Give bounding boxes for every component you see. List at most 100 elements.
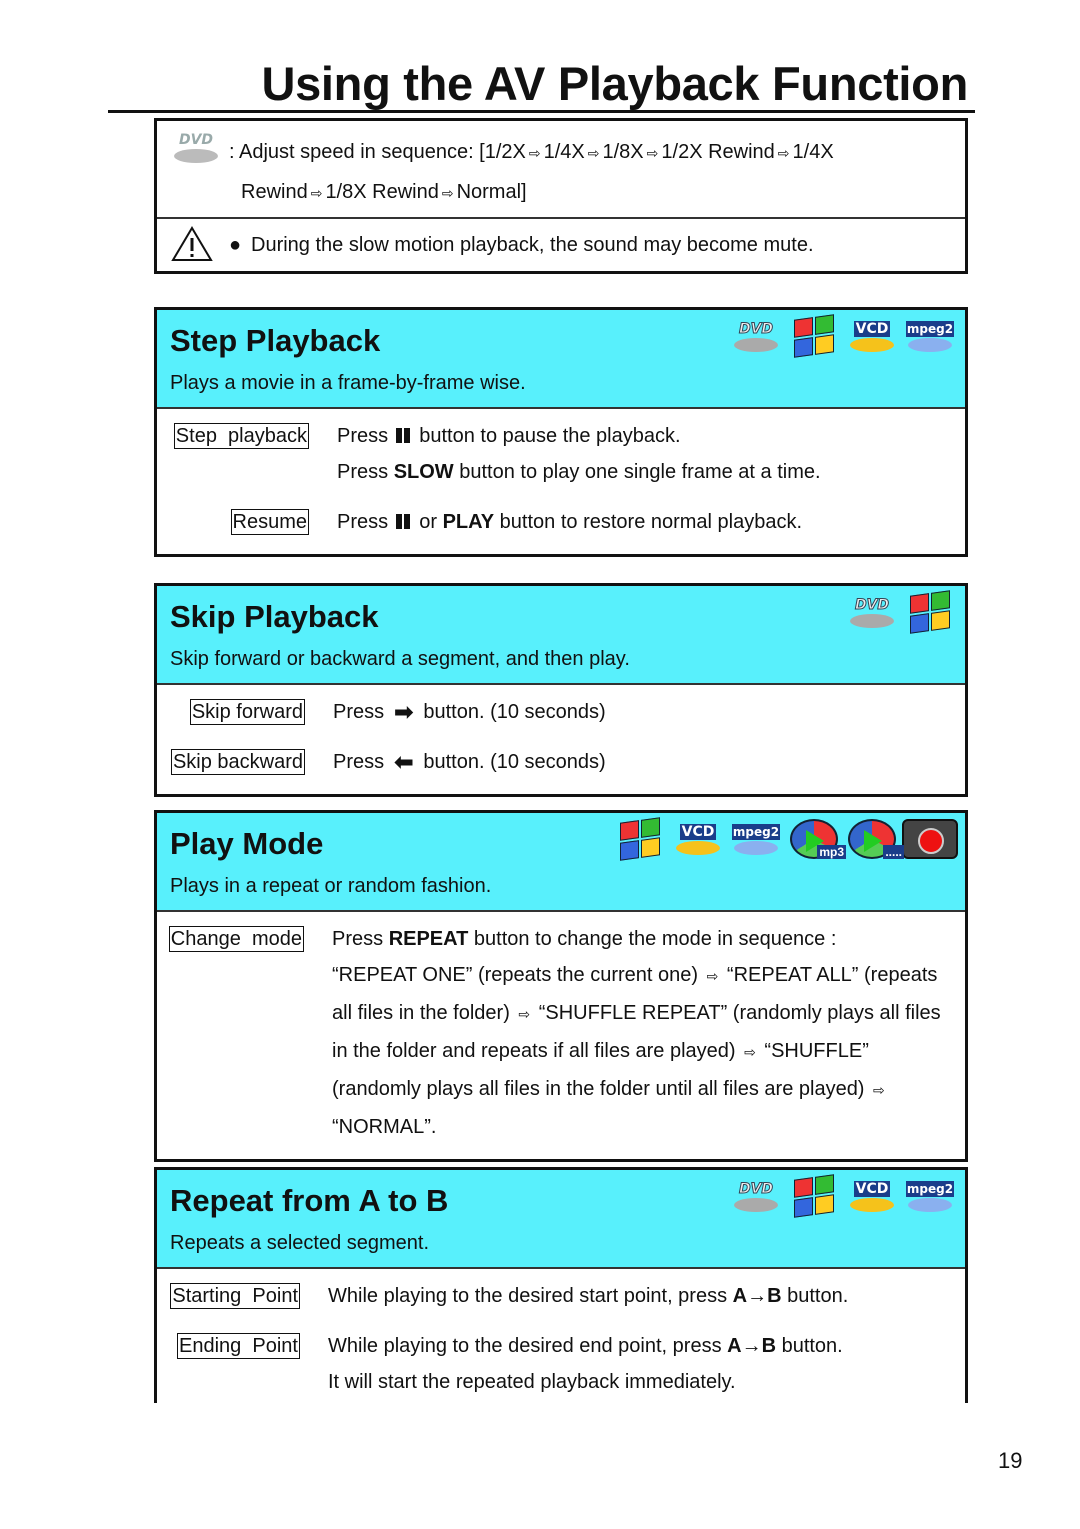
arrow-right-outline-icon: ⇨ <box>744 1045 756 1061</box>
text-segment: While playing to the desired start point… <box>328 1285 733 1307</box>
play-mode-section: Play Mode Plays in a repeat or random fas… <box>154 810 968 1162</box>
page-title: Using the AV Playback Function <box>261 57 968 110</box>
windows-flag <box>910 590 950 634</box>
instruction-row: Skip backward Press ⬅ button. (10 seconds… <box>157 744 965 780</box>
text-segment: It will start the repeated playback imme… <box>328 1371 736 1393</box>
row-text: While playing to the desired start point… <box>328 1278 848 1314</box>
section-description: Repeats a selected segment. <box>170 1232 430 1254</box>
arrow-right-outline-icon: ⇨ <box>528 146 541 162</box>
repeat-a-to-b-section: Repeat from A to B Repeats a selected seg… <box>154 1167 968 1403</box>
arrow-right-icon: ➡ <box>393 698 414 726</box>
text-segment: button. <box>776 1335 843 1357</box>
section-title: Play Mode <box>170 826 324 861</box>
windows-icon <box>615 817 665 861</box>
text-segment: in the folder and repeats if all files a… <box>332 1040 742 1062</box>
windows-flag <box>794 314 834 358</box>
text-line: While playing to the desired start point… <box>328 1278 848 1314</box>
supported-formats: DVD <box>847 590 955 634</box>
text-line: “REPEAT ONE” (repeats the current one) ⇨… <box>332 957 941 995</box>
row-text: Press or PLAY button to restore normal p… <box>337 504 802 540</box>
speed-step: 1/2X Rewind <box>661 141 775 163</box>
instruction-row: Starting Point While playing to the desir… <box>157 1278 965 1314</box>
skip-playback-body: Skip forward Press ➡ button. (10 seconds)… <box>157 685 965 780</box>
dvd-icon: DVD <box>731 316 781 356</box>
supported-formats: DVD VCD mpeg2 <box>731 314 955 358</box>
disc <box>908 1197 952 1212</box>
windows-icon <box>789 314 839 358</box>
bullet: ● <box>229 234 242 256</box>
text-line: Press button to pause the playback. <box>337 418 821 454</box>
text-segment: “REPEAT ALL” (repeats <box>721 964 938 986</box>
page-number: 19 <box>998 1448 1023 1473</box>
disc <box>734 337 778 352</box>
arrow-right-outline-icon: ⇨ <box>310 186 323 202</box>
text-line: Press ⬅ button. (10 seconds) <box>333 744 606 780</box>
dvd-label: DVD <box>854 596 890 613</box>
step-playback-body: Step playback Press button to pause the p… <box>157 409 965 540</box>
section-description: Skip forward or backward a segment, and … <box>170 648 630 670</box>
text-line: Press SLOW button to play one single fra… <box>337 454 821 490</box>
arrow-left-icon: ⬅ <box>393 748 414 776</box>
row-text: Press button to pause the playback. Press… <box>337 418 821 490</box>
row-label: Resume <box>157 504 309 540</box>
mp3-icon: mp3 <box>789 819 846 859</box>
row-text: Press REPEAT button to change the mode i… <box>332 921 941 1145</box>
windows-flag <box>794 1174 834 1218</box>
text-line: all files in the folder) ⇨ “SHUFFLE REPE… <box>332 995 941 1033</box>
dvd-icon: DVD <box>171 127 221 167</box>
mpeg2-label: mpeg2 <box>905 1180 955 1197</box>
disc <box>734 840 778 855</box>
text-segment: Press <box>337 461 394 483</box>
speed-sequence-line-1: : Adjust speed in sequence: [1/2X ⇨ 1/4X ⇨ 1… <box>229 132 834 174</box>
row-label-text: Starting Point <box>170 1283 300 1309</box>
disc <box>908 337 952 352</box>
intro-box: DVD : Adjust speed in sequence: [1/2X ⇨ 1/… <box>154 118 968 274</box>
warning-text: During the slow motion playback, the sou… <box>251 234 814 256</box>
speed-step: 1/8X <box>602 141 644 163</box>
badge: ..... <box>883 845 904 859</box>
play-circle: mp3 <box>790 819 846 859</box>
text-line: (randomly plays all files in the folder … <box>332 1071 941 1109</box>
text-line: Press REPEAT button to change the mode i… <box>332 921 941 957</box>
row-text: Press ⬅ button. (10 seconds) <box>333 744 606 780</box>
text-segment: all files in the folder) <box>332 1002 516 1024</box>
row-label: Step playback <box>157 418 309 490</box>
play-mode-header: Play Mode Plays in a repeat or random fas… <box>157 813 965 912</box>
text-segment: button. <box>781 1285 849 1307</box>
warning-triangle-icon <box>171 226 213 261</box>
bold-term: SLOW <box>393 461 454 483</box>
disc <box>734 1197 778 1212</box>
row-label-text: Ending Point <box>177 1333 300 1359</box>
section-title: Step Playback <box>170 323 381 358</box>
text-segment: “SHUFFLE” <box>758 1040 869 1062</box>
text-segment: (randomly plays all files in the folder … <box>332 1078 871 1100</box>
text-segment: button to pause the playback. <box>413 425 681 447</box>
speed-step: : Adjust speed in sequence: [1/2X <box>229 141 526 163</box>
arrow-right-outline-icon: ⇨ <box>706 969 719 985</box>
audio-icon: ..... <box>847 819 904 859</box>
speed-step: 1/4X <box>792 141 834 163</box>
text-segment: “SHUFFLE REPEAT” (randomly plays all fil… <box>533 1002 941 1024</box>
row-label: Skip backward <box>157 744 305 780</box>
section-description: Plays in a repeat or random fashion. <box>170 875 492 897</box>
text-line: It will start the repeated playback imme… <box>328 1364 843 1400</box>
mpeg2-icon: mpeg2 <box>905 1176 955 1216</box>
text-segment: “NORMAL”. <box>332 1116 437 1138</box>
dvd-icon: DVD <box>847 592 897 632</box>
dvd-label: DVD <box>738 320 774 337</box>
instruction-row: Change mode Press REPEAT button to change… <box>157 921 965 1145</box>
dvd-label: DVD <box>738 1180 774 1197</box>
windows-flag <box>620 817 660 861</box>
camera-icon <box>902 819 958 859</box>
text-segment: button. (10 seconds) <box>417 751 606 773</box>
text-line: While playing to the desired end point, … <box>328 1328 843 1364</box>
text-segment: Press <box>337 511 394 533</box>
camera <box>902 819 958 859</box>
text-line: Press ➡ button. (10 seconds) <box>333 694 606 730</box>
text-segment: Press <box>333 751 390 773</box>
vcd-icon: VCD <box>847 1176 897 1216</box>
speed-step: 1/8X Rewind <box>325 181 439 203</box>
text-segment: Press <box>333 701 390 723</box>
bold-term: A→B <box>727 1335 777 1357</box>
speed-sequence-line-2: Rewind ⇨ 1/8X Rewind ⇨ Normal] <box>241 172 527 214</box>
